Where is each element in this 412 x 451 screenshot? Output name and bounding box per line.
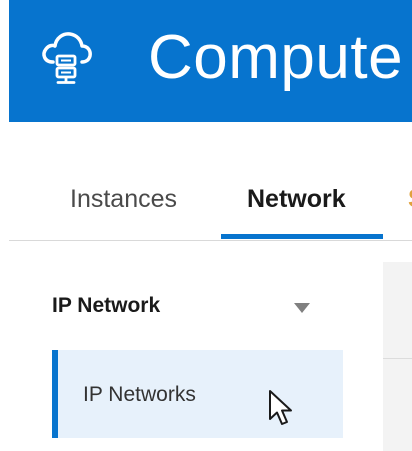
- sidebar-section-title[interactable]: IP Network: [52, 291, 160, 321]
- active-tab-indicator: [221, 234, 383, 239]
- app-header: Compute: [9, 0, 412, 122]
- page: Compute Instances Network S IP Network I…: [0, 0, 412, 451]
- app-title: Compute: [148, 23, 404, 92]
- cloud-server-icon: [42, 32, 92, 84]
- tab-instances[interactable]: Instances: [70, 182, 177, 216]
- sidebar-item-label: IP Networks: [83, 383, 196, 406]
- content-panel: [383, 262, 412, 451]
- mouse-pointer-icon: [269, 390, 292, 425]
- tab-bar: Instances Network S: [9, 166, 412, 241]
- content-divider: [383, 358, 412, 359]
- tab-storage[interactable]: S: [408, 182, 412, 216]
- tab-network[interactable]: Network: [247, 182, 346, 216]
- sidebar-item-ip-networks[interactable]: IP Networks: [52, 350, 343, 438]
- triangle-down-icon[interactable]: [292, 301, 312, 315]
